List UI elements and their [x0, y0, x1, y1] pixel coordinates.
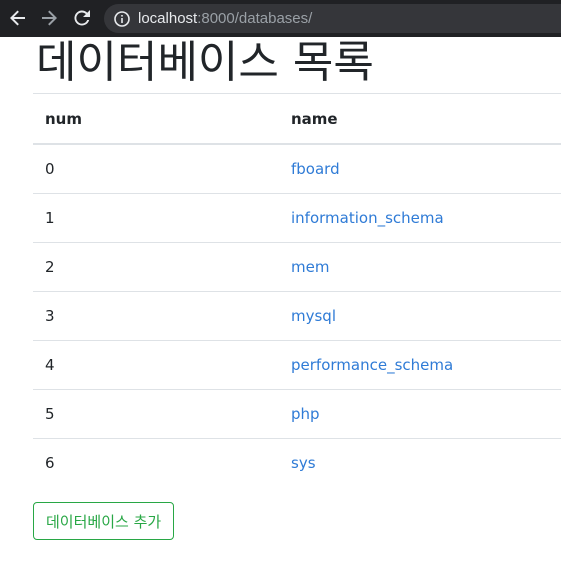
add-database-button[interactable]: 데이터베이스 추가	[33, 502, 175, 540]
row-num: 4	[33, 340, 279, 390]
column-header-num: num	[33, 93, 279, 145]
row-name-cell: performance_schema	[279, 340, 561, 390]
row-name-cell: mysql	[279, 291, 561, 341]
row-num: 1	[33, 193, 279, 243]
forward-button[interactable]	[38, 7, 60, 29]
column-header-name: name	[279, 93, 561, 145]
row-name-cell: fboard	[279, 143, 561, 194]
arrow-left-icon	[10, 10, 25, 26]
back-button[interactable]	[7, 7, 29, 29]
row-num: 3	[33, 291, 279, 341]
table-row: 4 performance_schema	[33, 340, 561, 390]
database-table: num name 0 fboard 1 information_schema 2…	[33, 93, 561, 487]
row-name-cell: sys	[279, 438, 561, 487]
table-row: 6 sys	[33, 438, 561, 487]
arrow-right-icon	[42, 10, 57, 26]
url-text: localhost:8000/databases/	[138, 10, 312, 27]
address-bar[interactable]: localhost:8000/databases/	[104, 4, 561, 33]
row-name-cell: php	[279, 389, 561, 439]
url-path: :8000/databases/	[197, 10, 313, 27]
table-row: 0 fboard	[33, 143, 561, 194]
table-header-row: num name	[33, 93, 561, 145]
reload-icon	[74, 10, 90, 26]
table-row: 5 php	[33, 389, 561, 439]
page-title: 데이터베이스 목록	[36, 37, 374, 88]
database-link[interactable]: php	[291, 405, 320, 423]
url-host: localhost	[138, 10, 198, 27]
table-row: 3 mysql	[33, 291, 561, 341]
row-num: 2	[33, 242, 279, 292]
table-row: 1 information_schema	[33, 193, 561, 243]
browser-toolbar: localhost:8000/databases/	[0, 0, 561, 37]
row-name-cell: mem	[279, 242, 561, 292]
database-link[interactable]: information_schema	[291, 209, 444, 227]
reload-button[interactable]	[71, 7, 93, 29]
table-row: 2 mem	[33, 242, 561, 292]
database-link[interactable]: mem	[291, 258, 329, 276]
row-name-cell: information_schema	[279, 193, 561, 243]
info-icon[interactable]	[114, 10, 130, 27]
database-link[interactable]: mysql	[291, 307, 336, 325]
row-num: 5	[33, 389, 279, 439]
database-link[interactable]: sys	[291, 454, 316, 472]
row-num: 6	[33, 438, 279, 487]
database-link[interactable]: performance_schema	[291, 356, 453, 374]
row-num: 0	[33, 143, 279, 194]
database-link[interactable]: fboard	[291, 160, 340, 178]
